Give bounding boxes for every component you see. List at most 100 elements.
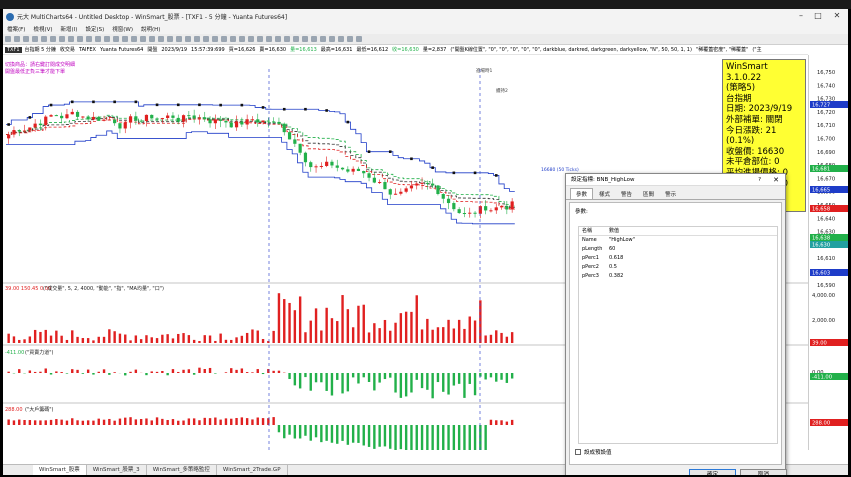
symbol-badge[interactable]: TXF1 — [5, 46, 22, 53]
candle-body — [494, 207, 498, 211]
param-value[interactable]: 60 — [609, 245, 777, 254]
dialog-close-button[interactable]: ✕ — [773, 174, 779, 186]
price-tick-label: 16,590 — [817, 283, 835, 289]
toolbar-button-icon[interactable] — [194, 36, 200, 42]
toolbar-button-icon[interactable] — [347, 36, 353, 42]
toolbar-button-icon[interactable] — [158, 36, 164, 42]
table-row[interactable]: pPerc3 0.382 — [579, 272, 777, 281]
param-value[interactable]: 0.382 — [609, 272, 777, 281]
close-button[interactable]: ✕ — [832, 11, 842, 21]
toolbar-button-icon[interactable] — [257, 36, 263, 42]
toolbar-button-icon[interactable] — [113, 36, 119, 42]
tab-winsmart-stock-3[interactable]: WinSmart_股票_3 — [87, 465, 147, 475]
toolbar-button-icon[interactable] — [239, 36, 245, 42]
toolbar-button-icon[interactable] — [293, 36, 299, 42]
power-bar — [256, 369, 259, 373]
toolbar-button-icon[interactable] — [104, 36, 110, 42]
table-row[interactable]: pPerc1 0.618 — [579, 254, 777, 263]
toolbar-button-icon[interactable] — [77, 36, 83, 42]
toolbar-button-icon[interactable] — [32, 36, 38, 42]
status-item: 最低=16,612 — [356, 47, 389, 53]
cancel-button[interactable]: 取消 — [740, 469, 787, 475]
toolbar-button-icon[interactable] — [140, 36, 146, 42]
toolbar-button-icon[interactable] — [329, 36, 335, 42]
tab-range[interactable]: 區間 — [638, 189, 659, 199]
param-value[interactable]: 0.618 — [609, 254, 777, 263]
toolbar-button-icon[interactable] — [86, 36, 92, 42]
toolbar-button-icon[interactable] — [302, 36, 308, 42]
toolbar-button-icon[interactable] — [320, 36, 326, 42]
toolbar-button-icon[interactable] — [59, 36, 65, 42]
power-bar — [383, 373, 387, 380]
big-player-bar — [373, 425, 376, 449]
big-player-bar — [330, 425, 334, 443]
tab-winsmart-stock[interactable]: WinSmart_股票 — [33, 465, 87, 475]
menu-view[interactable]: 檢視(V) — [33, 25, 52, 33]
maximize-button[interactable]: □ — [813, 11, 823, 21]
candle-body — [240, 121, 244, 125]
param-value[interactable]: 0.5 — [609, 263, 777, 272]
toolbar-button-icon[interactable] — [50, 36, 56, 42]
tab-winsmart-multi[interactable]: WinSmart_多策略監控 — [147, 465, 217, 475]
toolbar-button-icon[interactable] — [230, 36, 236, 42]
default-checkbox[interactable]: 設成預設值 — [575, 448, 612, 456]
volume-bar — [484, 335, 487, 343]
power-bar — [124, 373, 127, 376]
toolbar-button-icon[interactable] — [356, 36, 362, 42]
toolbar-button-icon[interactable] — [275, 36, 281, 42]
status-item: 台指期 5 分鐘 — [24, 47, 56, 53]
candle-body — [102, 119, 106, 121]
menu-help[interactable]: 說明(H) — [141, 25, 160, 33]
toolbar-button-icon[interactable] — [68, 36, 74, 42]
checkbox-box[interactable] — [575, 449, 581, 455]
toolbar-button-icon[interactable] — [248, 36, 254, 42]
power-bar — [367, 373, 371, 382]
big-player-bar — [314, 425, 318, 438]
big-player-bar — [304, 425, 307, 436]
candle-body — [261, 120, 265, 123]
toolbar-button-icon[interactable] — [212, 36, 218, 42]
tab-style[interactable]: 樣式 — [594, 189, 615, 199]
toolbar-button-icon[interactable] — [284, 36, 290, 42]
toolbar-button-icon[interactable] — [203, 36, 209, 42]
minimize-button[interactable]: – — [796, 11, 806, 21]
tab-winsmart-2trade[interactable]: WinSmart_2Trade.GP — [217, 465, 288, 475]
toolbar-button-icon[interactable] — [131, 36, 137, 42]
power-bar — [362, 373, 365, 378]
menu-settings[interactable]: 設定(S) — [85, 25, 104, 33]
toolbar-button-icon[interactable] — [311, 36, 317, 42]
big-player-bar — [383, 425, 387, 447]
table-row[interactable]: pLength 60 — [579, 245, 777, 254]
table-row[interactable]: Name "HighLow" — [579, 236, 777, 245]
toolbar-button-icon[interactable] — [266, 36, 272, 42]
candle-body — [468, 212, 472, 214]
table-row[interactable]: pPerc2 0.5 — [579, 263, 777, 272]
band-marker — [282, 107, 286, 111]
candle-body — [298, 143, 302, 153]
toolbar-button-icon[interactable] — [338, 36, 344, 42]
toolbar-button-icon[interactable] — [221, 36, 227, 42]
tab-parameters[interactable]: 參數 — [570, 188, 594, 199]
toolbar-button-icon[interactable] — [185, 36, 191, 42]
toolbar-button-icon[interactable] — [5, 36, 11, 42]
toolbar-button-icon[interactable] — [23, 36, 29, 42]
ok-button[interactable]: 確定 — [689, 469, 736, 475]
menu-insert[interactable]: 新增(I) — [61, 25, 78, 33]
tab-warning[interactable]: 警告 — [616, 189, 637, 199]
param-value[interactable]: "HighLow" — [609, 236, 777, 245]
price-axis[interactable]: 16,750 16,740 16,730 16,720 16,710 16,700 16,6… — [808, 55, 848, 450]
toolbar-button-icon[interactable] — [167, 36, 173, 42]
candle-body — [356, 168, 361, 171]
toolbar-button-icon[interactable] — [41, 36, 47, 42]
power-bar — [505, 373, 509, 383]
toolbar-button-icon[interactable] — [122, 36, 128, 42]
menu-file[interactable]: 檔案(F) — [7, 25, 25, 33]
toolbar-button-icon[interactable] — [176, 36, 182, 42]
help-icon[interactable]: ? — [758, 174, 761, 186]
toolbar-button-icon[interactable] — [95, 36, 101, 42]
tab-alert[interactable]: 警示 — [660, 189, 681, 199]
menu-window[interactable]: 視窗(W) — [112, 25, 133, 33]
toolbar-button-icon[interactable] — [149, 36, 155, 42]
big-player-bar — [341, 425, 344, 441]
toolbar-button-icon[interactable] — [14, 36, 20, 42]
